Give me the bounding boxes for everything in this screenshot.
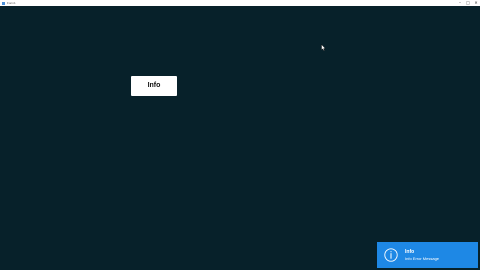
window-controls: – □ ✕ <box>456 0 480 6</box>
info-icon <box>384 248 398 262</box>
mouse-cursor-icon <box>321 44 326 51</box>
toast-title: Info <box>405 248 415 255</box>
toast-text: Info Info Error Message <box>405 249 439 262</box>
title-bar: Form1 – □ ✕ <box>0 0 480 6</box>
toast-message: Info Error Message <box>405 255 440 261</box>
info-button[interactable]: Info <box>131 76 177 96</box>
window-title: Form1 <box>7 1 16 5</box>
app-icon <box>2 1 5 5</box>
minimize-button[interactable]: – <box>456 0 464 6</box>
close-button[interactable]: ✕ <box>472 0 480 6</box>
maximize-button[interactable]: □ <box>464 0 472 6</box>
info-toast-notification[interactable]: Info Info Error Message <box>377 242 478 268</box>
app-window: Form1 – □ ✕ Info Info Info Error Message <box>0 0 480 270</box>
